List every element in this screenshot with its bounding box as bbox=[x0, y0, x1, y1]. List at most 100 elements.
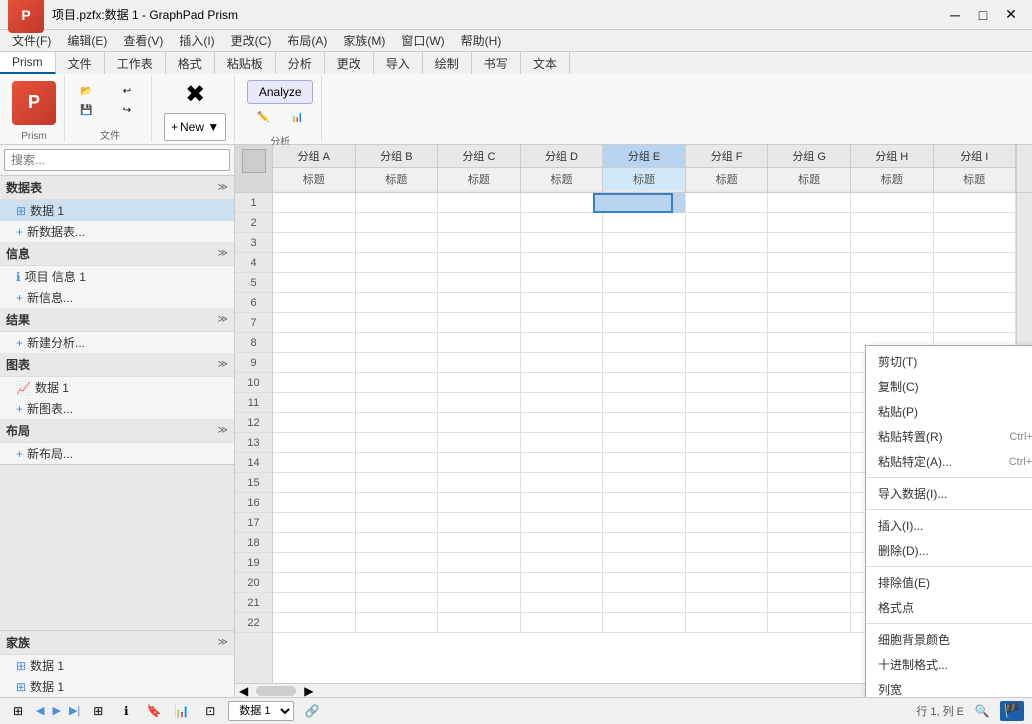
grid-cell-4-2[interactable] bbox=[438, 253, 521, 273]
grid-cell-17-0[interactable] bbox=[273, 513, 356, 533]
ctx-cut[interactable]: 剪切(T) Ctrl+X bbox=[866, 349, 1032, 374]
grid-cell-22-3[interactable] bbox=[521, 613, 604, 633]
minimize-button[interactable]: ─ bbox=[942, 5, 968, 25]
analyze-button[interactable]: Analyze bbox=[247, 80, 313, 104]
grid-cell-2-2[interactable] bbox=[438, 213, 521, 233]
status-info-button[interactable]: ℹ bbox=[116, 701, 136, 721]
menu-help[interactable]: 帮助(H) bbox=[453, 30, 510, 51]
grid-cell-11-1[interactable] bbox=[356, 393, 439, 413]
menu-change[interactable]: 更改(C) bbox=[223, 30, 280, 51]
grid-cell-6-7[interactable] bbox=[851, 293, 934, 313]
nav-prev-button[interactable]: ◀ bbox=[36, 704, 44, 717]
grid-cell-16-6[interactable] bbox=[768, 493, 851, 513]
grid-cell-14-2[interactable] bbox=[438, 453, 521, 473]
grid-cell-7-8[interactable] bbox=[934, 313, 1017, 333]
tab-text[interactable]: 文本 bbox=[521, 52, 570, 74]
grid-cell-12-4[interactable] bbox=[603, 413, 686, 433]
grid-cell-21-1[interactable] bbox=[356, 593, 439, 613]
grid-cell-15-4[interactable] bbox=[603, 473, 686, 493]
grid-cell-3-2[interactable] bbox=[438, 233, 521, 253]
grid-cell-4-7[interactable] bbox=[851, 253, 934, 273]
grid-cell-14-3[interactable] bbox=[521, 453, 604, 473]
grid-cell-14-4[interactable] bbox=[603, 453, 686, 473]
ctx-copy[interactable]: 复制(C) Ctrl+C bbox=[866, 374, 1032, 399]
grid-cell-6-4[interactable] bbox=[603, 293, 686, 313]
grid-cell-2-6[interactable] bbox=[768, 213, 851, 233]
grid-cell-3-0[interactable] bbox=[273, 233, 356, 253]
undo-button[interactable]: ↩ bbox=[111, 83, 143, 100]
open-button[interactable]: 📂 bbox=[77, 83, 109, 100]
status-graph-button[interactable]: 📊 bbox=[172, 701, 192, 721]
grid-cell-5-4[interactable] bbox=[603, 273, 686, 293]
grid-cell-9-4[interactable] bbox=[603, 353, 686, 373]
grid-cell-14-6[interactable] bbox=[768, 453, 851, 473]
ctx-paste-special[interactable]: 粘贴特定(A)... Ctrl+Shift+V bbox=[866, 449, 1032, 474]
ctx-decimal[interactable]: 十进制格式... bbox=[866, 652, 1032, 677]
grid-cell-6-5[interactable] bbox=[686, 293, 769, 313]
grid-cell-12-0[interactable] bbox=[273, 413, 356, 433]
grid-cell-17-1[interactable] bbox=[356, 513, 439, 533]
grid-cell-5-6[interactable] bbox=[768, 273, 851, 293]
menu-window[interactable]: 窗口(W) bbox=[393, 30, 452, 51]
grid-cell-8-4[interactable] bbox=[603, 333, 686, 353]
grid-cell-7-7[interactable] bbox=[851, 313, 934, 333]
grid-cell-3-6[interactable] bbox=[768, 233, 851, 253]
grid-cell-9-5[interactable] bbox=[686, 353, 769, 373]
grid-cell-19-1[interactable] bbox=[356, 553, 439, 573]
grid-cell-14-5[interactable] bbox=[686, 453, 769, 473]
grid-cell-20-0[interactable] bbox=[273, 573, 356, 593]
sidebar-item-new-datatable[interactable]: + 新数据表... bbox=[0, 221, 234, 242]
grid-cell-1-5[interactable] bbox=[686, 193, 769, 213]
grid-cell-3-7[interactable] bbox=[851, 233, 934, 253]
grid-cell-8-5[interactable] bbox=[686, 333, 769, 353]
sidebar-item-new-analysis[interactable]: + 新建分析... bbox=[0, 332, 234, 353]
grid-cell-18-0[interactable] bbox=[273, 533, 356, 553]
grid-cell-8-1[interactable] bbox=[356, 333, 439, 353]
grid-cell-6-3[interactable] bbox=[521, 293, 604, 313]
grid-cell-1-1[interactable] bbox=[356, 193, 439, 213]
zoom-out-button[interactable]: 🔍 bbox=[972, 701, 992, 721]
grid-cell-12-2[interactable] bbox=[438, 413, 521, 433]
menu-edit[interactable]: 编辑(E) bbox=[59, 30, 115, 51]
pencil-button[interactable]: ✏️ bbox=[247, 108, 279, 127]
grid-cell-4-4[interactable] bbox=[603, 253, 686, 273]
status-home-button[interactable]: ⊞ bbox=[8, 701, 28, 721]
grid-cell-6-1[interactable] bbox=[356, 293, 439, 313]
grid-cell-10-3[interactable] bbox=[521, 373, 604, 393]
grid-cell-2-1[interactable] bbox=[356, 213, 439, 233]
grid-cell-20-1[interactable] bbox=[356, 573, 439, 593]
grid-cell-4-0[interactable] bbox=[273, 253, 356, 273]
grid-cell-18-5[interactable] bbox=[686, 533, 769, 553]
grid-cell-16-0[interactable] bbox=[273, 493, 356, 513]
grid-cell-9-2[interactable] bbox=[438, 353, 521, 373]
grid-cell-5-2[interactable] bbox=[438, 273, 521, 293]
grid-cell-20-4[interactable] bbox=[603, 573, 686, 593]
status-flag-button[interactable]: 🏴 bbox=[1000, 701, 1024, 721]
grid-cell-12-1[interactable] bbox=[356, 413, 439, 433]
grid-cell-16-5[interactable] bbox=[686, 493, 769, 513]
section-header-layout[interactable]: 布局 ≫ bbox=[0, 419, 234, 443]
save-button[interactable]: 💾 bbox=[77, 102, 109, 119]
grid-cell-7-6[interactable] bbox=[768, 313, 851, 333]
grid-cell-20-6[interactable] bbox=[768, 573, 851, 593]
ctx-exclude[interactable]: 排除值(E) Ctrl+E bbox=[866, 570, 1032, 595]
status-bookmark-button[interactable]: 🔖 bbox=[144, 701, 164, 721]
grid-cell-22-6[interactable] bbox=[768, 613, 851, 633]
grid-cell-4-1[interactable] bbox=[356, 253, 439, 273]
scrollbar-thumb[interactable] bbox=[256, 686, 296, 696]
grid-cell-15-6[interactable] bbox=[768, 473, 851, 493]
grid-cell-11-3[interactable] bbox=[521, 393, 604, 413]
ctx-cell-bg[interactable]: 细胞背景颜色 ▶ bbox=[866, 627, 1032, 652]
ctx-paste-transpose[interactable]: 粘贴转置(R) Ctrl+Shift+T bbox=[866, 424, 1032, 449]
grid-cell-14-1[interactable] bbox=[356, 453, 439, 473]
grid-cell-10-1[interactable] bbox=[356, 373, 439, 393]
grid-cell-15-0[interactable] bbox=[273, 473, 356, 493]
grid-cell-11-4[interactable] bbox=[603, 393, 686, 413]
grid-cell-22-2[interactable] bbox=[438, 613, 521, 633]
grid-cell-10-0[interactable] bbox=[273, 373, 356, 393]
grid-cell-21-3[interactable] bbox=[521, 593, 604, 613]
tab-prism[interactable]: Prism bbox=[0, 52, 56, 74]
grid-cell-2-3[interactable] bbox=[521, 213, 604, 233]
grid-cell-13-2[interactable] bbox=[438, 433, 521, 453]
grid-cell-8-2[interactable] bbox=[438, 333, 521, 353]
